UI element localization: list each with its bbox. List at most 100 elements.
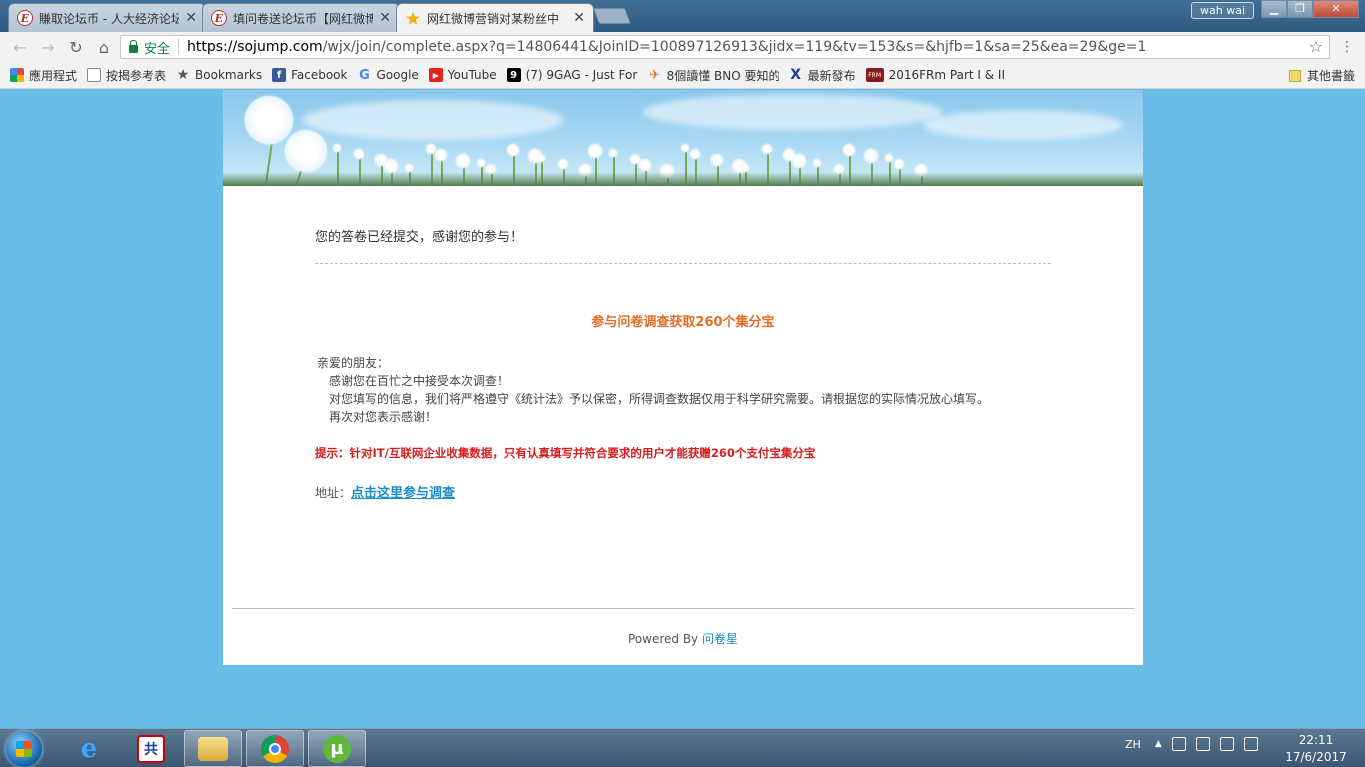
- dashed-divider: [315, 263, 1051, 264]
- menu-kebab-icon[interactable]: ⋮: [1340, 39, 1354, 55]
- letter-line: 对您填写的信息，我们将严格遵守《统计法》予以保密，所得调查数据仅用于科学研究需要…: [329, 392, 990, 406]
- start-button[interactable]: [6, 731, 42, 767]
- bookmark-item[interactable]: ▶ YouTube: [428, 68, 497, 82]
- taskbar-ie[interactable]: e: [60, 730, 118, 767]
- dandelion-flower: [639, 159, 651, 171]
- dandelion-flower: [792, 154, 806, 168]
- forward-arrow-icon[interactable]: →: [34, 38, 62, 57]
- close-tab-icon[interactable]: ✕: [185, 10, 197, 26]
- other-bookmarks[interactable]: 其他書籤: [1288, 67, 1355, 84]
- result-card: 您的答卷已经提交，感谢您的参与！ 参与问卷调查获取260个集分宝 亲爱的朋友： …: [223, 186, 1143, 665]
- url-text[interactable]: https://sojump.com/wjx/join/complete.asp…: [187, 39, 1146, 55]
- star-icon: ★: [176, 67, 190, 83]
- dandelion-flower: [384, 159, 398, 173]
- dandelion-flower: [477, 159, 485, 167]
- new-tab-button[interactable]: [593, 8, 631, 24]
- bookmark-item[interactable]: 9 (7) 9GAG - Just For F: [506, 68, 638, 82]
- secure-label: 安全: [144, 41, 171, 57]
- bookmark-item[interactable]: 應用程式: [10, 67, 77, 84]
- back-arrow-icon[interactable]: ←: [6, 38, 34, 57]
- page-icon: [87, 68, 102, 82]
- dandelion-flower: [456, 154, 470, 168]
- bookmark-item[interactable]: f Facebook: [272, 68, 347, 82]
- powered-by-label: Powered By: [627, 632, 699, 646]
- wenjuanxing-link[interactable]: 问卷星: [702, 632, 738, 646]
- volume-icon[interactable]: [1243, 737, 1258, 751]
- bookmark-item[interactable]: 按揭参考表: [87, 67, 166, 84]
- google-icon: G: [359, 67, 370, 83]
- star-favicon-icon: ★: [405, 8, 421, 28]
- bookmarks-bar: 應用程式 按揭参考表 ★ Bookmarks f Facebook G Goog…: [0, 62, 1365, 89]
- taskbar-app[interactable]: 共: [122, 730, 180, 767]
- folder-icon: [1288, 69, 1301, 82]
- dandelion-flower: [405, 164, 413, 172]
- tray-expand-icon[interactable]: ▲: [1155, 739, 1162, 749]
- dandelion-flower: [609, 149, 617, 157]
- lock-icon: [129, 39, 138, 53]
- profile-button[interactable]: wah wai: [1191, 2, 1254, 19]
- survey-link[interactable]: 点击这里参与调查: [351, 486, 455, 501]
- address-label: 地址：: [315, 486, 352, 500]
- tab-active-survey[interactable]: ★ 网红微博营销对某粉丝中 ✕: [396, 3, 594, 32]
- utorrent-icon: µ: [323, 734, 351, 763]
- dandelion-flower: [864, 149, 878, 163]
- language-indicator[interactable]: ZH: [1125, 738, 1141, 751]
- header-banner: [223, 90, 1143, 186]
- app-grid-icon: 共: [137, 734, 165, 763]
- dandelion-flower: [843, 144, 855, 156]
- clock[interactable]: 22:11 17/6/2017: [1281, 732, 1351, 766]
- dandelion-flower: [354, 149, 364, 159]
- close-tab-icon[interactable]: ✕: [573, 10, 585, 26]
- bookmark-item[interactable]: X 最新發布: [789, 67, 855, 84]
- dandelion-flower: [507, 144, 519, 156]
- device-icon[interactable]: [1195, 737, 1210, 751]
- youtube-icon: ▶: [428, 68, 443, 82]
- footer-divider: [232, 608, 1134, 609]
- system-tray: ZH ▲: [1125, 737, 1258, 751]
- home-icon[interactable]: ⌂: [90, 38, 118, 57]
- bookmark-item[interactable]: FRM 2016FRm Part I & II: [865, 68, 1005, 82]
- dandelion-flower: [885, 154, 893, 162]
- tip-text: 提示：针对IT/互联网企业收集数据，只有认真填写并符合要求的用户才能获赠260个…: [315, 446, 816, 460]
- taskbar-explorer[interactable]: [184, 730, 242, 767]
- address-row: 地址：点击这里参与调查: [315, 482, 455, 501]
- greeting: 亲爱的朋友：: [317, 356, 390, 370]
- internet-explorer-icon: e: [80, 733, 98, 764]
- dandelion-flower: [333, 144, 341, 152]
- x-icon: X: [790, 67, 801, 83]
- bookmark-item[interactable]: ★ Bookmarks: [176, 67, 262, 83]
- network-icon[interactable]: [1219, 737, 1234, 751]
- close-window-icon[interactable]: ✕: [1313, 0, 1359, 18]
- reload-icon[interactable]: ↻: [62, 38, 90, 57]
- tab-questionnaire-forum[interactable]: E 填问卷送论坛币【网红微博 ✕: [202, 3, 400, 32]
- dandelion-flower: [741, 164, 749, 172]
- address-bar[interactable]: 安全 https://sojump.com/wjx/join/complete.…: [120, 35, 1330, 59]
- bookmark-item[interactable]: ✈ 8個讀懂 BNO 要知的: [648, 67, 778, 84]
- browser-toolbar: ← → ↻ ⌂ 安全 https://sojump.com/wjx/join/c…: [0, 32, 1365, 62]
- letter-text: 亲爱的朋友： 感谢您在百忙之中接受本次调查！ 对您填写的信息，我们将严格遵守《统…: [317, 354, 989, 426]
- taskbar: e 共 µ ZH ▲ 22:11 17/6/2017: [0, 728, 1365, 767]
- promo-title: 参与问卷调查获取260个集分宝: [591, 315, 775, 330]
- chrome-icon: [261, 734, 289, 763]
- grass: [223, 172, 1143, 186]
- maximize-icon[interactable]: ❐: [1287, 0, 1313, 18]
- bookmark-star-icon[interactable]: ☆: [1309, 37, 1323, 56]
- minimize-icon[interactable]: ▁: [1261, 0, 1287, 18]
- dandelion-flower: [558, 159, 568, 169]
- taskbar-utorrent[interactable]: µ: [308, 730, 366, 767]
- action-center-icon[interactable]: [1171, 737, 1186, 751]
- submission-message: 您的答卷已经提交，感谢您的参与！: [315, 230, 524, 245]
- apps-icon: [10, 68, 24, 82]
- close-tab-icon[interactable]: ✕: [379, 10, 391, 26]
- letter-line: 感谢您在百忙之中接受本次调查！: [329, 374, 510, 388]
- dandelion-flower: [681, 144, 689, 152]
- dandelion-flower: [537, 154, 545, 162]
- taskbar-chrome[interactable]: [246, 730, 304, 767]
- window-controls: ▁ ❐ ✕: [1261, 0, 1359, 18]
- dandelion-flower: [894, 159, 904, 169]
- dandelion-flower: [711, 154, 723, 166]
- dandelion-flower: [762, 144, 772, 154]
- clock-date: 17/6/2017: [1285, 750, 1347, 764]
- bookmark-item[interactable]: G Google: [357, 67, 419, 83]
- tab-renda[interactable]: E 賺取论坛币 - 人大经济论坛 ✕: [8, 3, 206, 32]
